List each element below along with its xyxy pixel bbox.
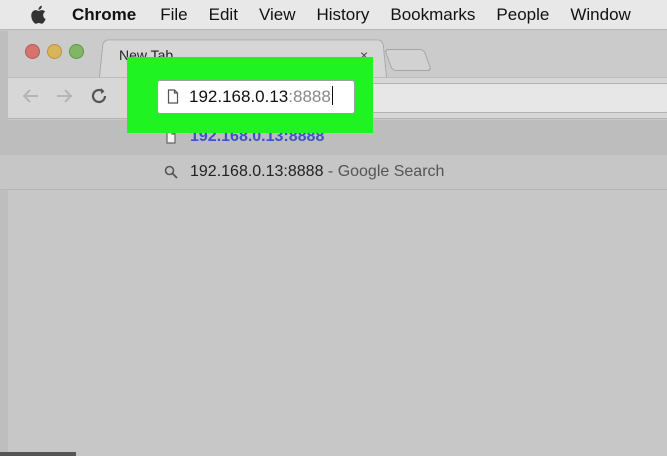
- menu-bar: Chrome File Edit View History Bookmarks …: [0, 0, 667, 30]
- minimize-window-button[interactable]: [47, 44, 62, 59]
- apple-icon[interactable]: [30, 5, 46, 24]
- suggestion-search[interactable]: 192.168.0.13:8888 - Google Search: [0, 155, 667, 190]
- menu-view[interactable]: View: [259, 5, 296, 25]
- screen: Chrome File Edit View History Bookmarks …: [0, 0, 667, 456]
- bottom-indicator: [0, 452, 76, 456]
- close-window-button[interactable]: [25, 44, 40, 59]
- menu-window[interactable]: Window: [570, 5, 630, 25]
- text-caret: [331, 86, 334, 105]
- menu-edit[interactable]: Edit: [209, 5, 238, 25]
- back-arrow-icon[interactable]: [20, 85, 42, 107]
- menu-bookmarks[interactable]: Bookmarks: [390, 5, 475, 25]
- address-text: 192.168.0.13:8888: [189, 86, 334, 107]
- suggestion-search-text: 192.168.0.13:8888 - Google Search: [190, 163, 444, 181]
- reload-icon[interactable]: [88, 85, 110, 107]
- zoom-window-button[interactable]: [69, 44, 84, 59]
- menu-app-chrome[interactable]: Chrome: [72, 5, 136, 25]
- address-port: :8888: [288, 87, 331, 106]
- suggestion-search-query: 192.168.0.13:8888: [190, 163, 324, 180]
- address-host: 192.168.0.13: [189, 87, 289, 106]
- menu-people[interactable]: People: [496, 5, 549, 25]
- suggestion-search-suffix: - Google Search: [323, 163, 445, 180]
- page-content: [8, 190, 667, 456]
- forward-arrow-icon[interactable]: [53, 85, 75, 107]
- page-icon: [167, 89, 179, 104]
- menu-file[interactable]: File: [160, 5, 187, 25]
- search-icon: [164, 165, 178, 179]
- menu-history[interactable]: History: [316, 5, 369, 25]
- window-edge: [0, 31, 8, 456]
- new-tab-button[interactable]: [383, 49, 433, 71]
